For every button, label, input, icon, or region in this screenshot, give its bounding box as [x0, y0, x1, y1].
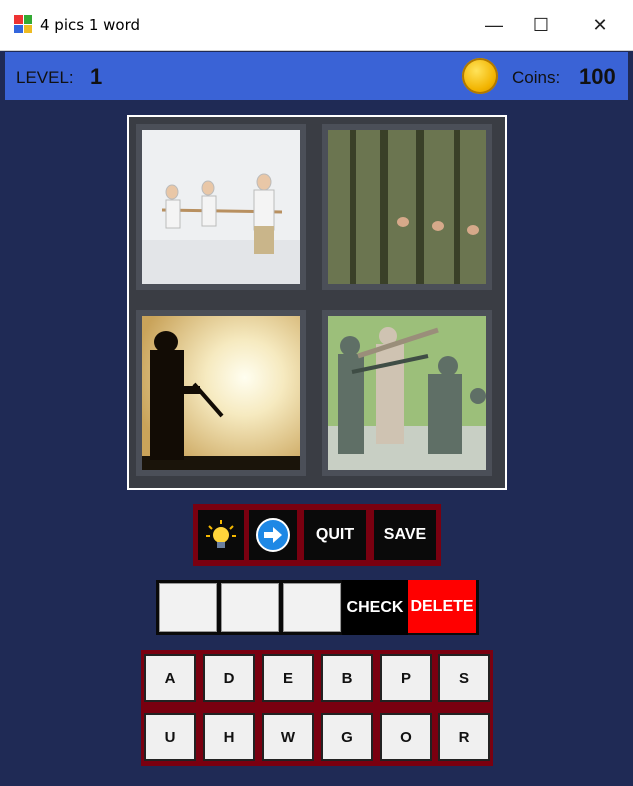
answer-slot[interactable] — [283, 583, 341, 632]
level-value: 1 — [90, 64, 103, 89]
letter-key[interactable]: S — [438, 654, 490, 702]
picture-soldiers-in-line — [322, 124, 492, 290]
level-label: LEVEL: — [16, 68, 74, 87]
action-toolbar: QUIT SAVE — [193, 504, 441, 566]
letter-key[interactable]: R — [438, 713, 490, 761]
answer-slot[interactable] — [159, 583, 217, 632]
app-icon — [14, 15, 32, 33]
coin-icon — [462, 58, 498, 94]
answer-row: CHECK DELETE — [156, 580, 479, 635]
window-title: 4 pics 1 word — [40, 16, 141, 34]
answer-slot[interactable] — [221, 583, 279, 632]
letter-key[interactable]: W — [262, 713, 314, 761]
letter-keyboard: A D E B P S U H W G O R — [141, 650, 493, 766]
hint-button[interactable] — [198, 510, 244, 560]
letter-key[interactable]: E — [262, 654, 314, 702]
letter-key[interactable]: O — [380, 713, 432, 761]
picture-toy-army-men — [322, 310, 492, 476]
letter-key[interactable]: D — [203, 654, 255, 702]
picture-soldier-silhouette-sunset — [136, 310, 306, 476]
picture-tug-of-war-kids — [136, 124, 306, 290]
maximize-button[interactable]: ☐ — [518, 0, 564, 50]
coins-value: 100 — [579, 64, 616, 89]
coins-label: Coins: — [512, 68, 561, 87]
lightbulb-icon — [206, 520, 236, 548]
letter-key[interactable]: B — [321, 654, 373, 702]
letter-key[interactable]: U — [144, 713, 196, 761]
status-bar: LEVEL: 1 Coins: 100 — [5, 52, 628, 100]
letter-key[interactable]: G — [321, 713, 373, 761]
picture-grid — [127, 115, 507, 490]
delete-button[interactable]: DELETE — [408, 580, 476, 633]
quit-button[interactable]: QUIT — [304, 510, 366, 560]
arrow-right-icon — [256, 518, 290, 552]
check-button[interactable]: CHECK — [342, 580, 408, 635]
next-button[interactable] — [249, 510, 297, 560]
close-button[interactable]: ✕ — [577, 0, 623, 50]
minimize-button[interactable]: — — [471, 0, 517, 50]
save-button[interactable]: SAVE — [374, 510, 436, 560]
letter-key[interactable]: P — [380, 654, 432, 702]
letter-key[interactable]: A — [144, 654, 196, 702]
letter-key[interactable]: H — [203, 713, 255, 761]
window-titlebar: 4 pics 1 word — ☐ ✕ — [0, 0, 633, 51]
